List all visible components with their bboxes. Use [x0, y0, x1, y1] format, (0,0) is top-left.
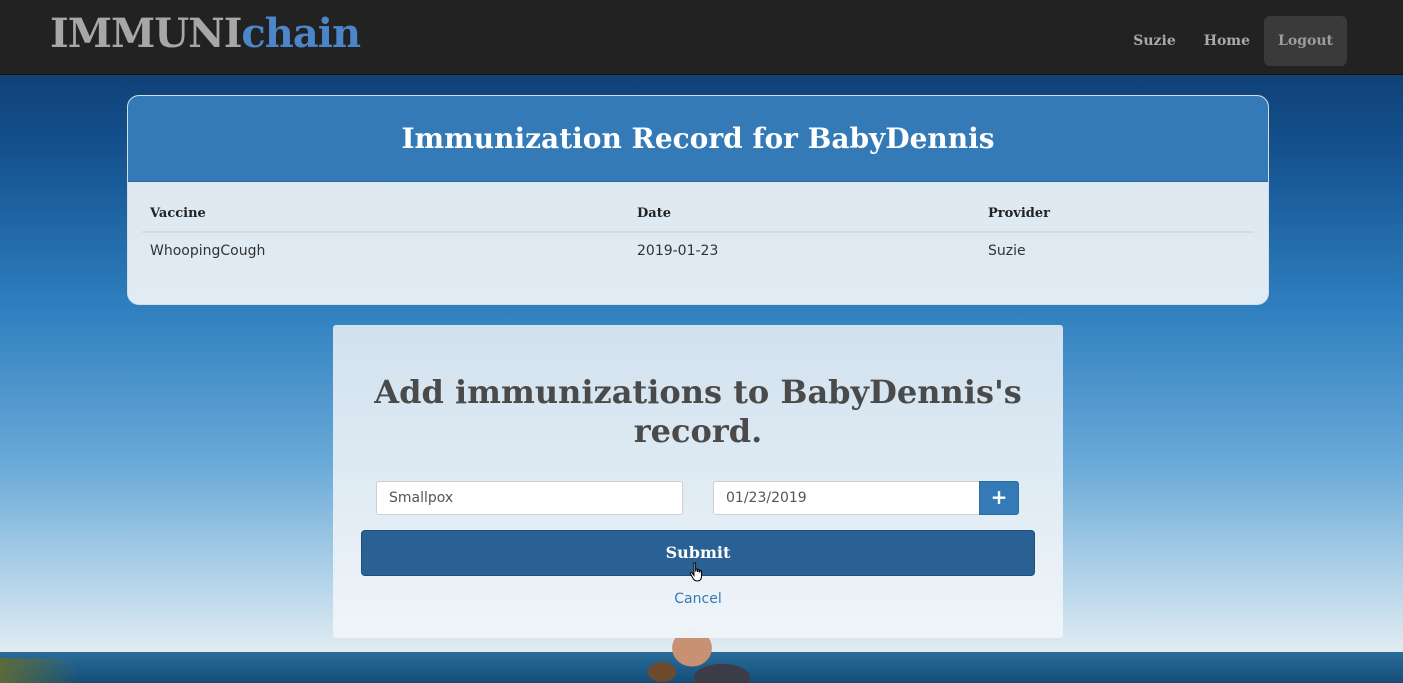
record-table: Vaccine Date Provider WhoopingCough 2019… [142, 196, 1254, 269]
add-immunization-panel: Add immunizations to BabyDennis's record… [333, 325, 1063, 638]
cell-provider: Suzie [988, 243, 1026, 259]
hand-cursor-icon [689, 562, 702, 582]
brand-logo[interactable]: IMMUNIchain [50, 14, 361, 54]
column-header-vaccine: Vaccine [142, 196, 629, 233]
column-header-provider: Provider [980, 196, 1254, 233]
column-header-date: Date [629, 196, 980, 233]
nav-links: Suzie Home Logout [1119, 16, 1347, 66]
vaccine-input[interactable]: Smallpox [376, 481, 683, 515]
record-title: Immunization Record for BabyDennis [128, 96, 1268, 182]
nav-link-home[interactable]: Home [1190, 16, 1264, 66]
nav-link-user[interactable]: Suzie [1119, 16, 1189, 66]
immunization-record-card: Immunization Record for BabyDennis Vacci… [127, 95, 1269, 305]
top-navbar: IMMUNIchain Suzie Home Logout [0, 0, 1403, 75]
table-header-row: Vaccine Date Provider [142, 196, 1254, 233]
add-form-title: Add immunizations to BabyDennis's record… [374, 373, 1022, 450]
background-grass [0, 658, 80, 683]
table-row: WhoopingCough 2019-01-23 Suzie [142, 232, 1254, 269]
add-row-button[interactable]: + [979, 481, 1019, 515]
cell-date: 2019-01-23 [637, 243, 719, 259]
cell-vaccine: WhoopingCough [150, 243, 266, 259]
plus-icon: + [990, 485, 1008, 509]
nav-link-logout[interactable]: Logout [1264, 16, 1347, 66]
brand-part-chain: chain [241, 10, 361, 57]
brand-part-immuni: IMMUNI [50, 10, 242, 57]
date-input[interactable]: 01/23/2019 [713, 481, 980, 515]
cancel-link[interactable]: Cancel [333, 591, 1063, 607]
